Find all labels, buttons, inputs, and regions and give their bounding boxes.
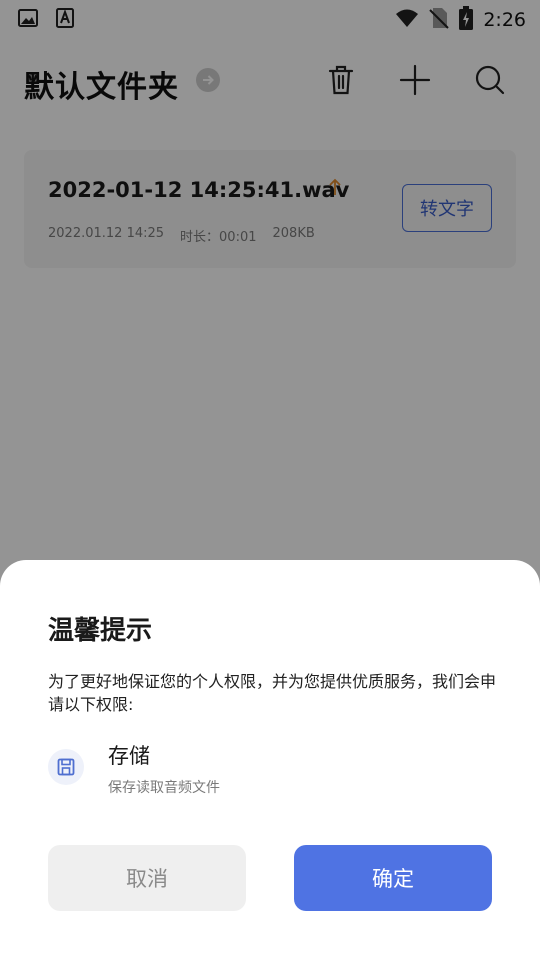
dialog-description: 为了更好地保证您的个人权限，并为您提供优质服务，我们会申请以下权限: (48, 672, 497, 714)
save-icon (48, 749, 84, 785)
confirm-button[interactable]: 确定 (294, 845, 492, 911)
cancel-button[interactable]: 取消 (48, 845, 246, 911)
dialog-title: 温馨提示 (48, 616, 153, 646)
permission-dialog: 温馨提示 为了更好地保证您的个人权限，并为您提供优质服务，我们会申请以下权限: … (0, 560, 540, 960)
permission-name: 存储 (108, 744, 150, 768)
permission-description: 保存读取音频文件 (108, 780, 220, 796)
